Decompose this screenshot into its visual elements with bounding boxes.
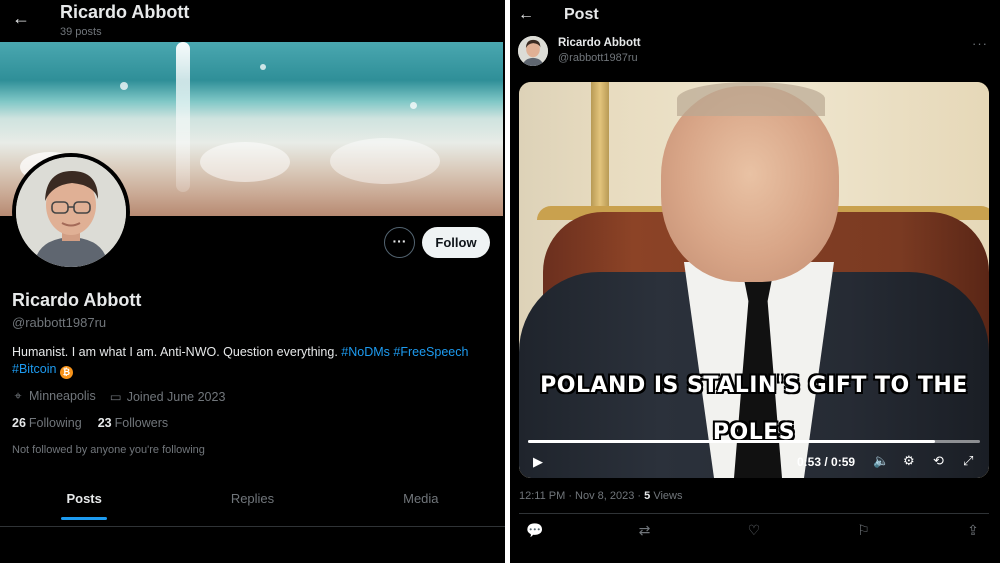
- back-arrow-icon[interactable]: ←: [518, 6, 534, 24]
- fullscreen-icon[interactable]: ⤢: [963, 453, 973, 469]
- author-avatar-illustration: [518, 36, 548, 66]
- avatar-illustration: [16, 157, 126, 267]
- water-splash: [176, 42, 190, 192]
- location-text: Minneapolis: [29, 389, 96, 403]
- post-meta: 12:11 PM · Nov 8, 2023 · 5 Views: [519, 490, 682, 502]
- profile-name: Ricardo Abbott: [12, 290, 142, 310]
- profile-post-count: 39 posts: [60, 26, 102, 38]
- location-pin-icon: ⌖: [14, 389, 22, 403]
- settings-icon[interactable]: ⚙: [903, 453, 915, 469]
- foam: [330, 138, 440, 184]
- more-options-button[interactable]: ···: [384, 227, 415, 258]
- post-actions: 💬 ⇄ ♡ ⚐ ⇪: [519, 522, 989, 542]
- video-caption-line1: POLAND IS STALIN'S GIFT TO THE: [540, 373, 968, 398]
- loop-icon[interactable]: ⟲: [933, 453, 944, 469]
- post-timestamp[interactable]: 12:11 PM · Nov 8, 2023 ·: [519, 490, 644, 502]
- repost-icon[interactable]: ⇄: [633, 522, 657, 542]
- profile-meta: ⌖ Minneapolis ▭ Joined June 2023: [12, 389, 225, 404]
- volume-icon[interactable]: 🔈: [873, 453, 889, 469]
- droplet: [120, 82, 128, 90]
- author-name[interactable]: Ricardo Abbott: [558, 37, 641, 49]
- following-count: 26: [12, 416, 26, 430]
- post-header-title: Post: [564, 6, 599, 23]
- bookmark-icon[interactable]: ⚐: [852, 522, 876, 542]
- post-more-icon[interactable]: ···: [972, 36, 988, 51]
- followers-count: 23: [97, 416, 112, 430]
- hashtag-freespeech[interactable]: #FreeSpeech: [393, 345, 468, 359]
- followers-label: Followers: [114, 416, 169, 430]
- not-followed-note: Not followed by anyone you're following: [12, 444, 205, 456]
- tab-label: Posts: [66, 491, 102, 506]
- profile-bio: Humanist. I am what I am. Anti-NWO. Ques…: [12, 344, 502, 379]
- foam: [200, 142, 290, 182]
- back-arrow-icon[interactable]: ←: [12, 8, 32, 28]
- author-avatar[interactable]: [518, 36, 548, 66]
- like-icon[interactable]: ♡: [742, 522, 766, 542]
- play-icon[interactable]: ▶: [533, 454, 543, 470]
- location-item: ⌖ Minneapolis: [12, 389, 96, 404]
- author-handle[interactable]: @rabbott1987ru: [558, 52, 638, 64]
- tab-replies[interactable]: Replies: [168, 476, 336, 526]
- followers-link[interactable]: 23 Followers: [98, 416, 168, 430]
- droplet: [260, 64, 266, 70]
- profile-topbar: ← Ricardo Abbott 39 posts: [0, 0, 505, 42]
- profile-handle: @rabbott1987ru: [12, 315, 107, 330]
- tab-posts[interactable]: Posts: [0, 476, 168, 526]
- follow-button[interactable]: Follow: [422, 227, 490, 258]
- calendar-icon: ▭: [109, 390, 122, 404]
- video-hair: [677, 82, 825, 116]
- bio-text: Humanist. I am what I am. Anti-NWO. Ques…: [12, 345, 342, 359]
- tab-label: Replies: [230, 491, 275, 506]
- following-link[interactable]: 26 Following: [12, 416, 82, 430]
- profile-avatar[interactable]: [12, 153, 130, 271]
- video-player[interactable]: POLAND IS STALIN'S GIFT TO THE POLES ▶ 0…: [519, 82, 989, 478]
- post-meta-divider: [519, 513, 989, 514]
- video-time: 0:53 / 0:59: [797, 455, 856, 469]
- post-panel: ← Post Ricardo Abbott @rabbott1987ru ···…: [510, 0, 1000, 563]
- tabs-divider: [0, 526, 505, 527]
- video-progress-bar[interactable]: [528, 440, 980, 443]
- video-progress-fill: [528, 440, 935, 443]
- hashtag-bitcoin[interactable]: #Bitcoin: [12, 362, 56, 376]
- hashtag-nodms[interactable]: #NoDMs: [341, 345, 390, 359]
- active-tab-indicator: [61, 517, 108, 520]
- share-icon[interactable]: ⇪: [961, 522, 985, 542]
- follow-counts: 26 Following 23 Followers: [12, 416, 168, 430]
- droplet: [410, 102, 417, 109]
- joined-item: ▭ Joined June 2023: [110, 389, 226, 404]
- tab-label: Media: [403, 491, 439, 506]
- tab-media[interactable]: Media: [337, 476, 505, 526]
- views-label: Views: [650, 490, 683, 502]
- avatar-photo: [16, 157, 126, 267]
- profile-header-title: Ricardo Abbott: [60, 2, 190, 22]
- video-controls: ▶ 0:53 / 0:59 🔈 ⚙ ⟲ ⤢: [519, 452, 989, 474]
- bitcoin-icon: ₿: [59, 366, 73, 379]
- profile-tabs: Posts Replies Media: [0, 476, 505, 526]
- joined-text: Joined June 2023: [126, 390, 226, 404]
- profile-panel: ← Ricardo Abbott 39 posts ··· Follow Ric…: [0, 0, 505, 563]
- following-label: Following: [28, 416, 82, 430]
- reply-icon[interactable]: 💬: [523, 522, 547, 542]
